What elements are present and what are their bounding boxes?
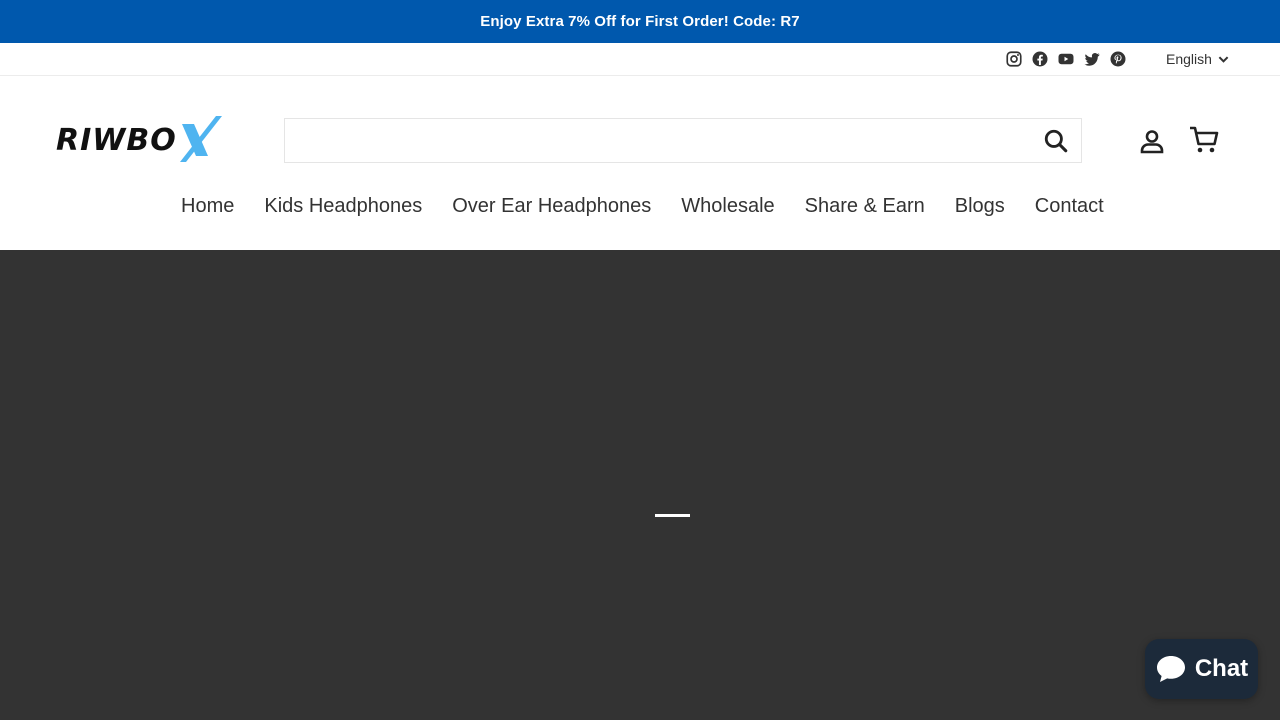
search-icon[interactable] — [1043, 128, 1069, 154]
cart-icon[interactable] — [1189, 126, 1219, 154]
facebook-icon[interactable] — [1031, 50, 1049, 68]
announcement-text: Enjoy Extra 7% Off for First Order! Code… — [480, 13, 800, 30]
search-input[interactable] — [285, 119, 1025, 162]
pinterest-icon[interactable] — [1109, 50, 1127, 68]
account-icon[interactable] — [1139, 128, 1165, 154]
chevron-down-icon — [1218, 55, 1229, 63]
main-navigation: Home Kids Headphones Over Ear Headphones… — [181, 190, 1104, 222]
chat-label: Chat — [1194, 655, 1249, 682]
utility-bar: English — [0, 43, 1280, 76]
language-label: English — [1166, 51, 1212, 67]
nav-item-share-earn[interactable]: Share & Earn — [805, 190, 925, 222]
chat-button[interactable]: Chat — [1145, 639, 1258, 699]
instagram-icon[interactable] — [1005, 50, 1023, 68]
social-links — [1005, 50, 1127, 68]
language-selector[interactable]: English — [1166, 51, 1229, 67]
twitter-icon[interactable] — [1083, 50, 1101, 68]
nav-item-home[interactable]: Home — [181, 190, 234, 222]
nav-item-over-ear-headphones[interactable]: Over Ear Headphones — [452, 190, 651, 222]
chat-bubble-icon — [1156, 656, 1185, 682]
nav-item-kids-headphones[interactable]: Kids Headphones — [264, 190, 422, 222]
announcement-bar: Enjoy Extra 7% Off for First Order! Code… — [0, 0, 1280, 43]
site-logo[interactable]: RIWBO — [56, 112, 226, 166]
nav-item-contact[interactable]: Contact — [1035, 190, 1104, 222]
hero-slideshow — [0, 250, 1280, 720]
youtube-icon[interactable] — [1057, 50, 1075, 68]
nav-item-wholesale[interactable]: Wholesale — [681, 190, 774, 222]
logo-text-left: RIWBO — [56, 123, 177, 158]
search-bar — [284, 118, 1082, 163]
nav-item-blogs[interactable]: Blogs — [955, 190, 1005, 222]
loading-indicator — [655, 514, 690, 517]
